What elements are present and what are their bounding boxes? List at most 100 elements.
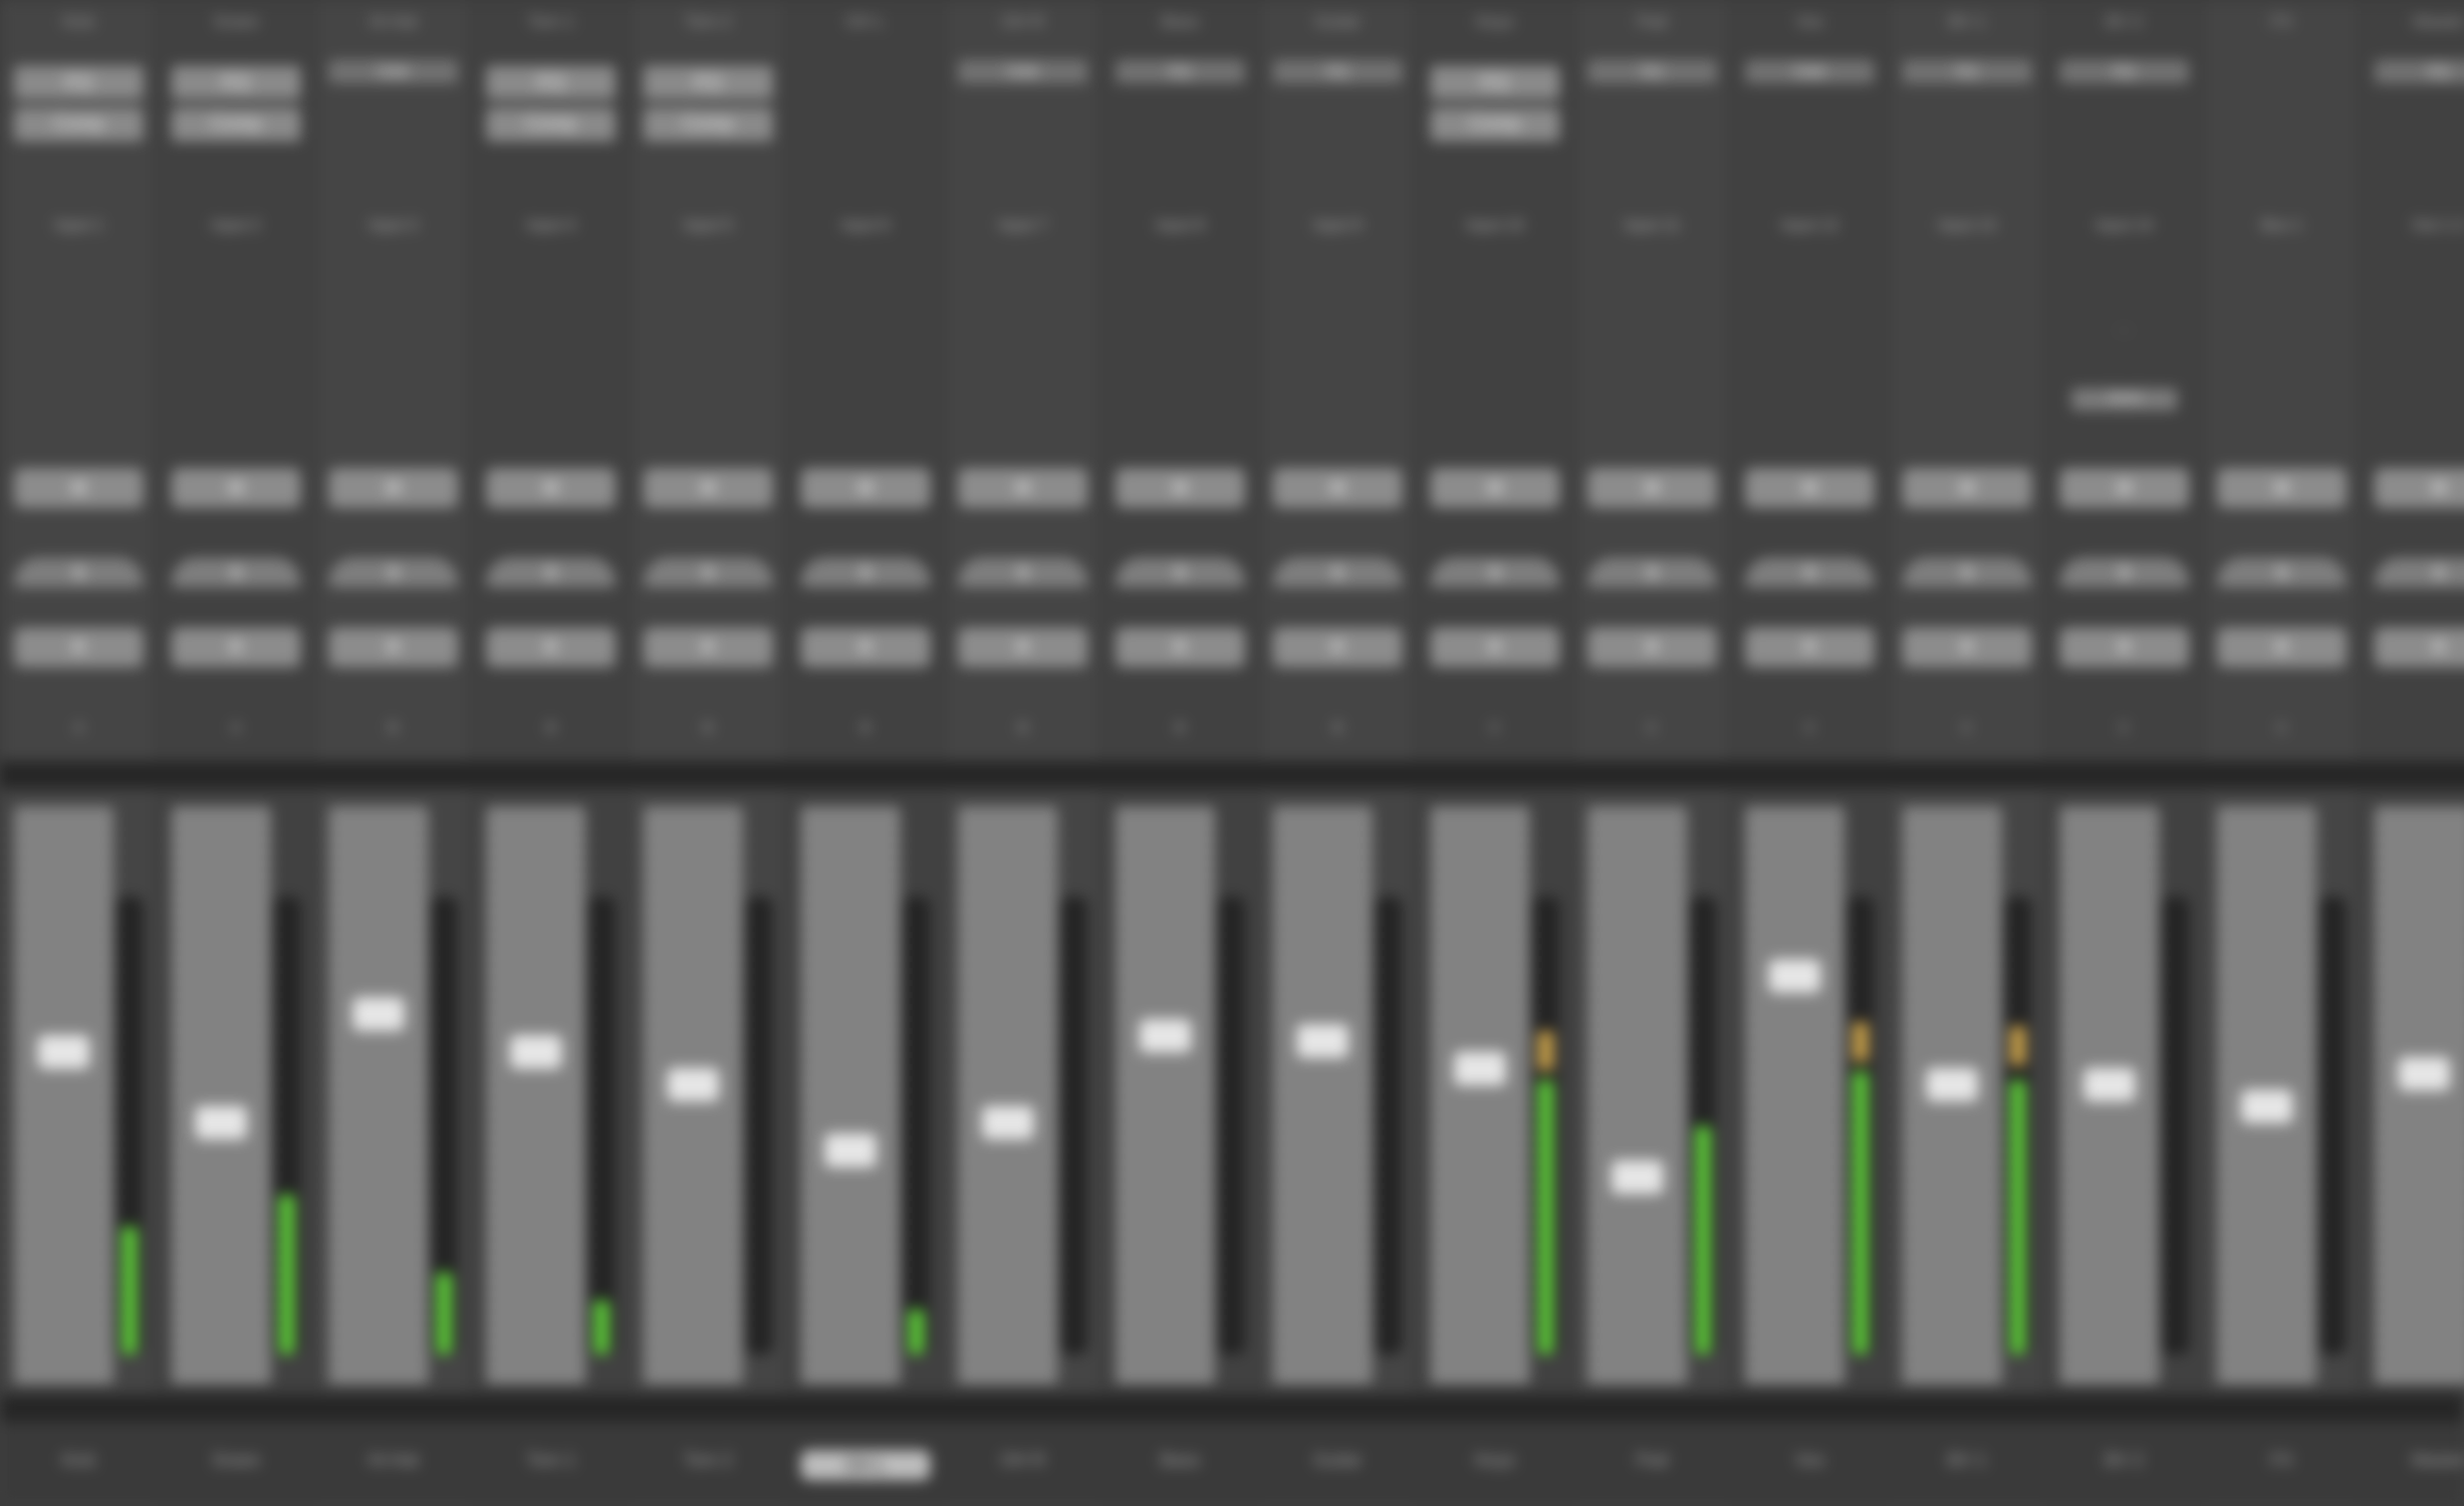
plugin-slot[interactable]: EQ xyxy=(486,66,616,100)
solo-button[interactable]: S xyxy=(1588,558,1717,588)
record-arm-button[interactable]: R xyxy=(1273,628,1402,667)
mute-button[interactable]: M xyxy=(329,468,458,508)
plugin-slot[interactable]: Comp xyxy=(171,108,301,141)
channel-strip[interactable]: BV 2EQInput 14- -SendMSRC-4.5 xyxy=(2046,0,2203,1506)
fader-handle[interactable] xyxy=(2084,1068,2135,1102)
channel-strip[interactable]: FXBus 1MSRC-5.5 xyxy=(2203,0,2360,1506)
io-selector[interactable]: Input 2 xyxy=(181,217,291,239)
track-name-label[interactable]: Bass xyxy=(1115,1450,1245,1480)
channel-strip[interactable]: GuitarEQInput 9MSRB-1.0 xyxy=(1259,0,1416,1506)
plugin-slot[interactable]: EQ xyxy=(2060,60,2189,84)
fader-track[interactable] xyxy=(14,807,114,1384)
mute-button[interactable]: M xyxy=(2374,468,2464,508)
send-button[interactable]: Send xyxy=(2072,388,2177,410)
fader-track[interactable] xyxy=(1273,807,1372,1384)
fader-handle[interactable] xyxy=(195,1106,247,1139)
track-name-label[interactable]: OH L xyxy=(801,1450,930,1480)
channel-strip[interactable]: Hi-HatGateInput 3MSRB0.0 xyxy=(315,0,472,1506)
fader-track[interactable] xyxy=(1588,807,1687,1384)
mute-button[interactable]: M xyxy=(171,468,301,508)
io-selector[interactable]: Input 5 xyxy=(653,217,763,239)
io-selector[interactable]: Input 14 xyxy=(2070,217,2179,239)
io-selector[interactable]: Input 12 xyxy=(1755,217,1864,239)
fader-track[interactable] xyxy=(958,807,1058,1384)
io-selector[interactable]: Input 3 xyxy=(339,217,448,239)
record-arm-button[interactable]: R xyxy=(2374,628,2464,667)
plugin-slot[interactable]: EQ xyxy=(171,66,301,100)
fader-handle[interactable] xyxy=(1454,1052,1506,1086)
fader-handle[interactable] xyxy=(2398,1057,2450,1091)
solo-button[interactable]: S xyxy=(1902,558,2032,588)
fader-track[interactable] xyxy=(486,807,586,1384)
mute-button[interactable]: M xyxy=(643,468,773,508)
fader-track[interactable] xyxy=(1902,807,2002,1384)
plugin-slot[interactable]: EQ xyxy=(1588,60,1717,84)
io-selector[interactable]: Input 11 xyxy=(1598,217,1707,239)
channel-strip[interactable]: BassEQInput 8MSRB-1.0 xyxy=(1102,0,1259,1506)
mute-button[interactable]: M xyxy=(486,468,616,508)
track-name-label[interactable]: Tom 1 xyxy=(486,1450,616,1480)
record-arm-button[interactable]: R xyxy=(1115,628,1245,667)
solo-button[interactable]: S xyxy=(14,558,143,588)
io-selector[interactable]: Input 1 xyxy=(24,217,133,239)
track-name-label[interactable]: Snare xyxy=(171,1450,301,1480)
record-arm-button[interactable]: R xyxy=(1430,628,1560,667)
io-selector[interactable]: Input 6 xyxy=(811,217,920,239)
mute-button[interactable]: M xyxy=(1273,468,1402,508)
fader-handle[interactable] xyxy=(1611,1160,1663,1194)
track-name-label[interactable]: BV 1 xyxy=(1902,1450,2032,1480)
record-arm-button[interactable]: R xyxy=(329,628,458,667)
fader-track[interactable] xyxy=(1745,807,1845,1384)
track-name-label[interactable]: OH R xyxy=(958,1450,1088,1480)
mute-button[interactable]: M xyxy=(14,468,143,508)
solo-button[interactable]: S xyxy=(801,558,930,588)
mute-button[interactable]: M xyxy=(1430,468,1560,508)
record-arm-button[interactable]: R xyxy=(958,628,1088,667)
solo-button[interactable]: S xyxy=(2374,558,2464,588)
plugin-slot[interactable]: Gate xyxy=(329,60,458,84)
record-arm-button[interactable]: R xyxy=(2060,628,2189,667)
channel-strip[interactable]: KickEQCompInput 1MSRA-2.0 xyxy=(0,0,157,1506)
io-selector[interactable]: Input 4 xyxy=(496,217,606,239)
record-arm-button[interactable]: R xyxy=(14,628,143,667)
plugin-slot[interactable]: EQ xyxy=(1902,60,2032,84)
io-selector[interactable]: Bus 1 xyxy=(2227,217,2337,239)
io-selector[interactable]: Input 13 xyxy=(1912,217,2022,239)
fader-handle[interactable] xyxy=(982,1106,1034,1139)
mute-button[interactable]: M xyxy=(2217,468,2346,508)
mute-button[interactable]: M xyxy=(1588,468,1717,508)
fader-track[interactable] xyxy=(171,807,271,1384)
plugin-slot[interactable]: EQ xyxy=(643,66,773,100)
mute-button[interactable]: M xyxy=(2060,468,2189,508)
track-name-label[interactable]: Vox xyxy=(1745,1450,1874,1480)
record-arm-button[interactable]: R xyxy=(171,628,301,667)
solo-button[interactable]: S xyxy=(643,558,773,588)
io-selector[interactable]: Input 7 xyxy=(968,217,1078,239)
track-name-label[interactable]: Hi-Hat xyxy=(329,1450,458,1480)
channel-strip[interactable]: OH RGateInput 7MSRB-5.0 xyxy=(944,0,1102,1506)
solo-button[interactable]: S xyxy=(2060,558,2189,588)
plugin-slot[interactable]: Comp xyxy=(1430,108,1560,141)
fader-handle[interactable] xyxy=(353,997,404,1031)
solo-button[interactable]: S xyxy=(171,558,301,588)
mute-button[interactable]: M xyxy=(1745,468,1874,508)
solo-button[interactable]: S xyxy=(329,558,458,588)
fader-track[interactable] xyxy=(1430,807,1530,1384)
mute-button[interactable]: M xyxy=(1115,468,1245,508)
fader-handle[interactable] xyxy=(1926,1068,1978,1102)
track-name-label[interactable]: Pad xyxy=(1588,1450,1717,1480)
mute-button[interactable]: M xyxy=(801,468,930,508)
track-name-label[interactable]: Master xyxy=(2374,1450,2464,1480)
mute-button[interactable]: M xyxy=(1902,468,2032,508)
plugin-slot[interactable]: Comp xyxy=(14,108,143,141)
channel-strip[interactable]: PadEQInput 11MSRC-8.5 xyxy=(1574,0,1731,1506)
fader-track[interactable] xyxy=(1115,807,1215,1384)
fader-handle[interactable] xyxy=(510,1035,562,1069)
solo-button[interactable]: S xyxy=(1115,558,1245,588)
plugin-slot[interactable]: Comp xyxy=(486,108,616,141)
mute-button[interactable]: M xyxy=(958,468,1088,508)
plugin-slot[interactable]: EQ xyxy=(14,66,143,100)
track-name-label[interactable]: Tom 2 xyxy=(643,1450,773,1480)
record-arm-button[interactable]: R xyxy=(643,628,773,667)
io-selector[interactable]: Input 10 xyxy=(1440,217,1550,239)
